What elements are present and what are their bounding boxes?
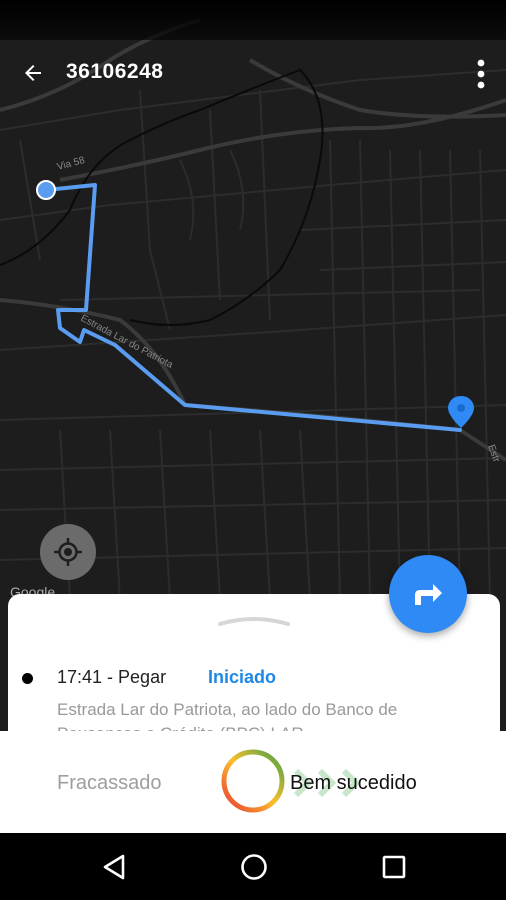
slider-knob[interactable] [220, 748, 286, 814]
status-bar [0, 0, 506, 40]
circle-home-icon [241, 854, 267, 880]
page-title: 36106248 [66, 60, 164, 83]
back-button[interactable] [14, 54, 52, 92]
triangle-back-icon [103, 854, 125, 880]
gps-crosshair-icon [54, 538, 82, 566]
my-location-button[interactable] [40, 524, 96, 580]
task-bullet [22, 673, 33, 684]
turn-right-arrow-icon [415, 584, 442, 605]
origin-marker [36, 180, 56, 200]
fail-option[interactable]: Fracassado [57, 772, 162, 795]
task-time-action: 17:41 - Pegar [57, 667, 167, 687]
square-recents-icon [382, 855, 406, 879]
system-back-button[interactable] [96, 849, 132, 885]
task-status-label: Iniciado [208, 667, 277, 687]
navigate-button[interactable] [389, 555, 467, 633]
more-options-button[interactable] [466, 54, 496, 94]
system-navigation-bar [0, 833, 506, 900]
arrow-left-icon [25, 65, 41, 81]
more-vertical-icon [477, 59, 485, 89]
map-view[interactable]: Via 58 Estrada Lar do Patriota Estr 3610… [0, 0, 506, 900]
sheet-drag-handle[interactable] [218, 616, 290, 626]
success-option[interactable]: Bem sucedido [290, 772, 417, 795]
app-bar: 36106248 [0, 40, 506, 106]
system-home-button[interactable] [236, 849, 272, 885]
completion-slider-bar: Fracassado Bem sucedido [0, 731, 506, 833]
system-recents-button[interactable] [376, 849, 412, 885]
